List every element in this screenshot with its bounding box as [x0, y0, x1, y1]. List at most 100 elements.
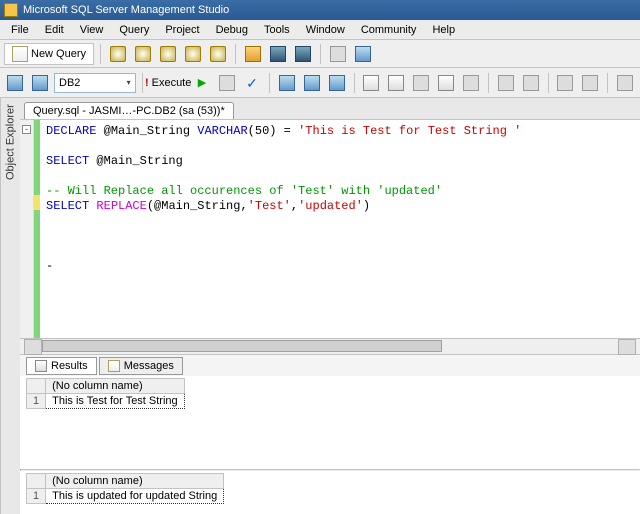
- results-to-file-button[interactable]: [460, 72, 482, 94]
- template-icon: [617, 75, 633, 91]
- document-tab-active[interactable]: Query.sql - JASMI…-PC.DB2 (sa (53))*: [24, 102, 234, 119]
- new-dmx-button[interactable]: [182, 43, 204, 65]
- intellisense-icon: [329, 75, 345, 91]
- row-header-corner: [27, 379, 46, 394]
- col-header[interactable]: (No column name): [46, 474, 224, 489]
- separator: [607, 73, 608, 93]
- results-tabs: Results Messages: [20, 354, 640, 376]
- query-options-button[interactable]: [301, 72, 323, 94]
- outline-collapse-icon[interactable]: -: [22, 125, 31, 134]
- separator: [100, 44, 101, 64]
- app-icon: [4, 3, 18, 17]
- new-db-query-button[interactable]: [107, 43, 129, 65]
- scroll-thumb[interactable]: [42, 340, 442, 352]
- open-file-button[interactable]: [242, 43, 264, 65]
- results-to-grid-button[interactable]: [435, 72, 457, 94]
- menu-edit[interactable]: Edit: [38, 22, 71, 38]
- actual-plan-button[interactable]: [360, 72, 382, 94]
- result-table[interactable]: (No column name) 1 This is Test for Test…: [26, 378, 185, 409]
- decrease-indent-button[interactable]: [554, 72, 576, 94]
- uncomment-icon: [523, 75, 539, 91]
- results-file-icon: [463, 75, 479, 91]
- db-engine-icon: [110, 46, 126, 62]
- messages-tab[interactable]: Messages: [99, 357, 183, 375]
- debug-run-button[interactable]: ▶: [191, 72, 213, 94]
- save-button[interactable]: [267, 43, 289, 65]
- menu-file[interactable]: File: [4, 22, 36, 38]
- new-query-button[interactable]: New Query: [4, 43, 94, 65]
- options-icon: [304, 75, 320, 91]
- database-dropdown[interactable]: DB2 ▾: [54, 73, 136, 93]
- editor-horizontal-scrollbar[interactable]: [20, 338, 640, 354]
- execute-icon: !: [145, 77, 149, 89]
- document-tabs: Query.sql - JASMI…-PC.DB2 (sa (53))*: [20, 98, 640, 120]
- increase-indent-button[interactable]: [579, 72, 601, 94]
- result-table[interactable]: (No column name) 1 This is updated for u…: [26, 473, 224, 504]
- separator: [354, 73, 355, 93]
- parse-button[interactable]: ✓: [241, 72, 263, 94]
- outdent-icon: [557, 75, 573, 91]
- object-explorer-tab[interactable]: Object Explorer: [0, 98, 20, 514]
- menu-project[interactable]: Project: [158, 22, 206, 38]
- results-tab-label: Results: [51, 360, 88, 372]
- save-icon: [270, 46, 286, 62]
- separator: [320, 44, 321, 64]
- col-header[interactable]: (No column name): [46, 379, 185, 394]
- save-all-icon: [295, 46, 311, 62]
- toolbar-standard: New Query: [0, 40, 640, 68]
- results-to-text-button[interactable]: [410, 72, 432, 94]
- xmla-icon: [210, 46, 226, 62]
- client-stats-button[interactable]: [385, 72, 407, 94]
- change-conn-icon: [32, 75, 48, 91]
- menu-community[interactable]: Community: [354, 22, 424, 38]
- connect-button[interactable]: [4, 72, 26, 94]
- intellisense-button[interactable]: [326, 72, 348, 94]
- menu-tools[interactable]: Tools: [257, 22, 297, 38]
- new-xmla-button[interactable]: [207, 43, 229, 65]
- menu-query[interactable]: Query: [112, 22, 156, 38]
- new-mdx-button[interactable]: [157, 43, 179, 65]
- cell-value[interactable]: This is updated for updated String: [46, 489, 224, 504]
- menu-help[interactable]: Help: [425, 22, 462, 38]
- play-icon: ▶: [198, 76, 206, 89]
- main-area: Object Explorer Query.sql - JASMI…-PC.DB…: [0, 98, 640, 514]
- grid-icon: [35, 360, 47, 372]
- database-selected: DB2: [59, 77, 80, 89]
- results-pane: (No column name) 1 This is Test for Test…: [20, 376, 640, 514]
- connect-icon: [7, 75, 23, 91]
- print-button[interactable]: [327, 43, 349, 65]
- result-grid-2: (No column name) 1 This is updated for u…: [20, 471, 640, 514]
- separator: [235, 44, 236, 64]
- new-analysis-button[interactable]: [132, 43, 154, 65]
- execute-button[interactable]: ! Execute: [148, 72, 188, 94]
- estimated-plan-button[interactable]: [276, 72, 298, 94]
- execute-label: Execute: [152, 77, 192, 89]
- comment-icon: [498, 75, 514, 91]
- uncomment-button[interactable]: [520, 72, 542, 94]
- separator: [142, 73, 143, 93]
- change-connection-button[interactable]: [29, 72, 51, 94]
- menu-debug[interactable]: Debug: [209, 22, 255, 38]
- est-plan-icon: [279, 75, 295, 91]
- table-row[interactable]: 1 This is Test for Test String: [27, 394, 185, 409]
- separator: [548, 73, 549, 93]
- stop-button[interactable]: [216, 72, 238, 94]
- dmx-icon: [185, 46, 201, 62]
- editor-wrap: - DECLARE @Main_String VARCHAR(50) = 'Th…: [20, 120, 640, 338]
- activity-monitor-button[interactable]: [352, 43, 374, 65]
- table-row[interactable]: 1 This is updated for updated String: [27, 489, 224, 504]
- specify-template-button[interactable]: [614, 72, 636, 94]
- sql-editor[interactable]: DECLARE @Main_String VARCHAR(50) = 'This…: [40, 120, 640, 338]
- cell-value[interactable]: This is Test for Test String: [46, 394, 185, 409]
- new-query-label: New Query: [31, 48, 86, 60]
- comment-button[interactable]: [495, 72, 517, 94]
- row-number: 1: [27, 489, 46, 504]
- result-grid-1: (No column name) 1 This is Test for Test…: [20, 376, 640, 419]
- menu-view[interactable]: View: [73, 22, 111, 38]
- titlebar: Microsoft SQL Server Management Studio: [0, 0, 640, 20]
- activity-icon: [355, 46, 371, 62]
- save-all-button[interactable]: [292, 43, 314, 65]
- toolbar-sql-editor: DB2 ▾ ! Execute ▶ ✓: [0, 68, 640, 98]
- menu-window[interactable]: Window: [299, 22, 352, 38]
- results-tab[interactable]: Results: [26, 357, 97, 375]
